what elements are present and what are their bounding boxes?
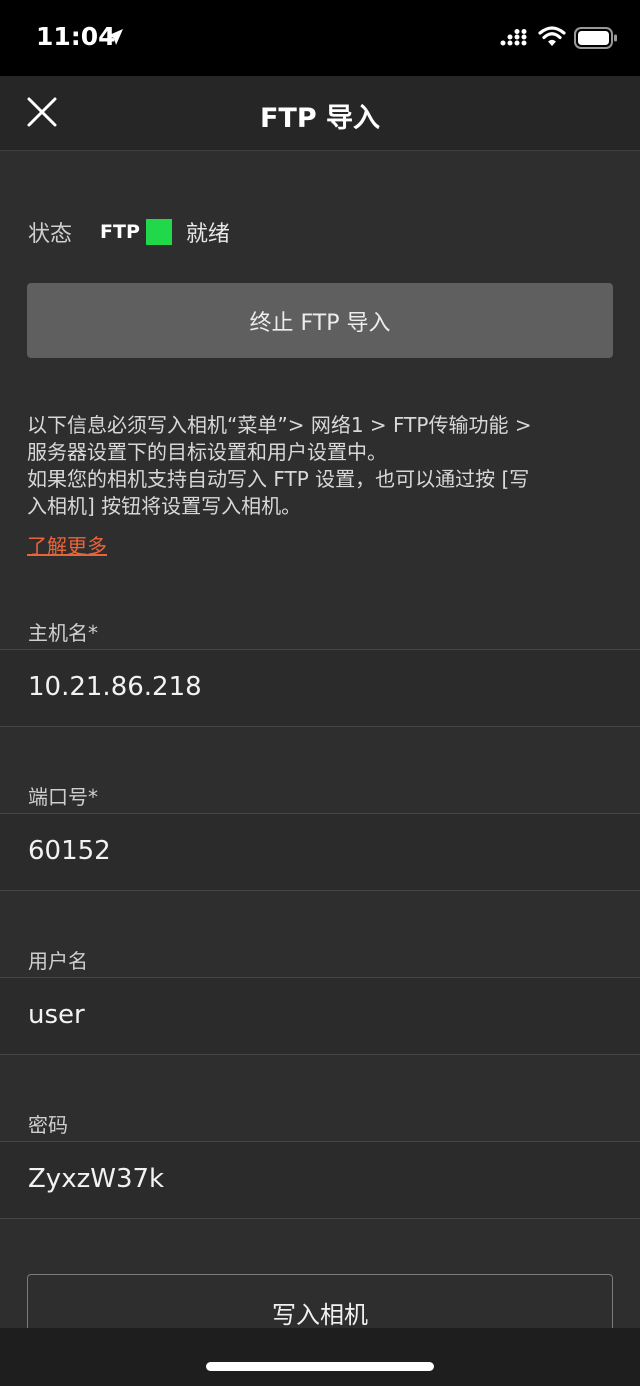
status-label: 状态 [28,222,73,247]
port-label: 端口号* [28,785,98,809]
battery-icon [574,27,617,49]
port-field[interactable]: 60152 [0,813,640,891]
hostname-field[interactable]: 10.21.86.218 [0,649,640,727]
location-arrow-icon [107,29,123,45]
status-bar: 11:04 [0,0,640,76]
password-value: ZyxzW37k [28,1164,165,1194]
page-title: FTP 导入 [259,103,381,134]
stop-ftp-import-button[interactable]: 终止 FTP 导入 [27,283,613,358]
username-label: 用户名 [28,949,88,973]
ftp-tag: FTP [100,221,140,243]
home-indicator[interactable] [206,1362,434,1371]
hostname-label: 主机名* [28,621,98,645]
status-value: 就绪 [185,222,230,247]
password-label: 密码 [28,1113,68,1137]
username-value: user [28,1000,85,1030]
learn-more-link[interactable]: 了解更多 [27,530,107,559]
home-indicator-area [0,1328,640,1386]
username-field[interactable]: user [0,977,640,1055]
nav-bar: FTP 导入 [0,76,640,151]
password-field[interactable]: ZyxzW37k [0,1141,640,1219]
cellular-signal-icon [500,29,527,46]
info-line: 如果您的相机支持自动写入 FTP 设置，也可以通过按 [写 [27,467,530,491]
status-row: 状态 FTP 就绪 [28,216,230,248]
info-line: 入相机] 按钮将设置写入相机。 [27,494,302,518]
info-line: 以下信息必须写入相机“菜单”> 网络1 > FTP传输功能 > [27,413,532,437]
status-indicator [145,219,172,245]
wifi-icon [538,26,566,46]
info-text: 以下信息必须写入相机“菜单”> 网络1 > FTP传输功能 > 服务器设置下的目… [27,412,617,520]
port-value: 60152 [28,836,111,866]
status-time: 11:04 [36,22,116,51]
info-line: 服务器设置下的目标设置和用户设置中。 [27,440,387,464]
hostname-value: 10.21.86.218 [28,672,202,702]
